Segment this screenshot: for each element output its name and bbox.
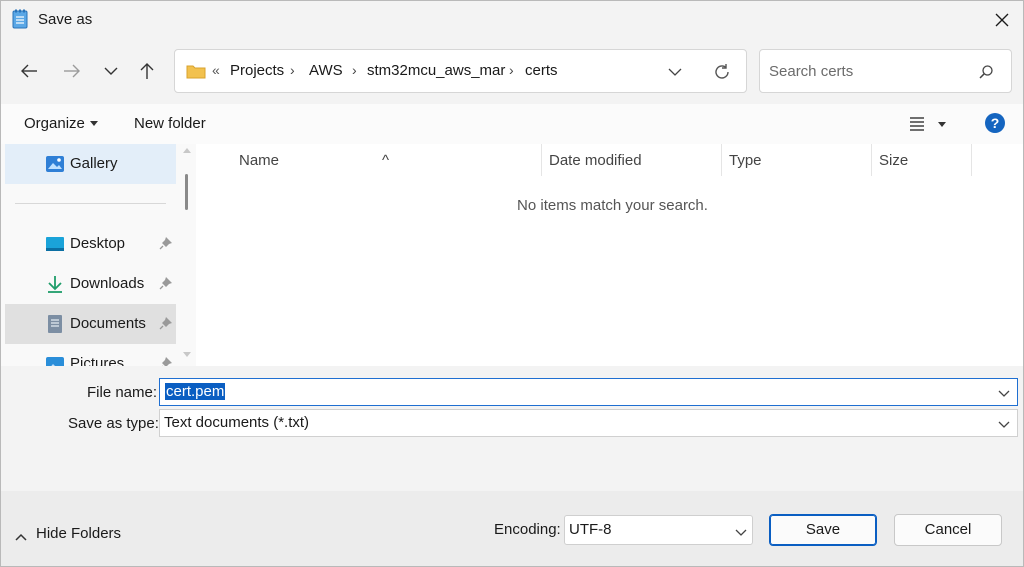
arrow-right-icon [64,64,80,78]
view-options-button[interactable] [909,116,953,136]
sidebar-item-label: Desktop [70,235,126,252]
sidebar-item-gallery[interactable]: Gallery [5,144,176,184]
pin-icon [159,276,173,294]
close-icon [995,13,1009,27]
chevron-right-icon[interactable]: › [352,62,357,78]
help-icon[interactable]: ? [985,113,1005,133]
close-button[interactable] [981,1,1023,39]
file-name-label: File name: [87,384,158,401]
column-header-date-modified[interactable]: Date modified [542,144,721,176]
back-button[interactable] [15,57,43,85]
column-divider[interactable] [971,144,972,176]
search-icon[interactable] [978,64,994,84]
column-header-label: Name [239,152,280,169]
breadcrumb-stm32mcu-aws-mar[interactable]: stm32mcu_aws_mar [367,62,505,79]
organize-button[interactable]: Organize [24,115,85,132]
gallery-icon [45,154,65,174]
sidebar-item-desktop[interactable]: Desktop [5,224,176,264]
save-button[interactable]: Save [769,514,877,546]
sort-ascending-icon: ^ [382,152,390,169]
dialog-footer: Hide Folders Encoding: UTF-8 Save Cancel [1,491,1023,566]
title-bar: Save as [1,1,1023,39]
chevron-up-icon[interactable] [15,528,27,545]
up-button[interactable] [133,57,161,85]
refresh-icon [715,64,729,79]
pin-icon [159,356,173,366]
command-bar: Organize New folder ? [1,104,1023,144]
pin-icon [159,316,173,334]
chevron-down-icon [668,68,682,76]
sidebar-item-pictures[interactable]: Pictures [5,344,176,366]
sidebar-scrollbar[interactable] [179,144,196,366]
breadcrumb-aws[interactable]: AWS [309,62,343,79]
sidebar-item-documents[interactable]: Documents [5,304,176,344]
sidebar-item-label: Pictures [70,355,125,366]
save-as-type-select[interactable]: Text documents (*.txt) [159,409,1018,437]
search-placeholder: Search certs [769,63,854,80]
save-as-type-label: Save as type: [68,415,159,432]
sidebar-divider [15,203,166,204]
sidebar-item-label: Documents [70,315,146,332]
pictures-icon [45,354,65,366]
encoding-select[interactable]: UTF-8 [564,515,753,545]
chevron-right-icon[interactable]: › [509,62,514,78]
new-folder-button[interactable]: New folder [134,115,206,132]
column-header-type[interactable]: Type [722,144,871,176]
chevron-down-icon[interactable] [735,524,747,541]
address-history-button[interactable] [665,62,685,82]
chevron-down-icon[interactable] [998,416,1010,433]
navigation-pane: Gallery Desktop Downloads Documents Pict… [1,144,196,366]
search-input[interactable]: Search certs [759,49,1012,93]
scroll-down-icon[interactable] [183,352,191,357]
save-as-type-value: Text documents (*.txt) [164,414,310,431]
sidebar-item-label: Gallery [70,155,118,172]
folder-icon [186,63,206,83]
breadcrumb-projects[interactable]: Projects [230,62,284,79]
notepad-icon [12,9,28,29]
save-as-dialog: Save as « Projects › AWS › stm32mcu_aws_… [0,0,1024,567]
dialog-title: Save as [38,11,93,28]
recent-locations-button[interactable] [97,57,125,85]
hide-folders-button[interactable]: Hide Folders [36,525,121,542]
documents-icon [45,314,65,334]
save-form: File name: cert.pem Save as type: Text d… [1,366,1023,491]
download-icon [45,274,65,294]
forward-button[interactable] [58,57,86,85]
file-list: ^ Name Date modified Type Size No items … [196,144,1023,366]
cancel-button[interactable]: Cancel [894,514,1002,546]
encoding-label: Encoding: [494,521,561,538]
column-header-name[interactable]: ^ Name [196,144,541,176]
sidebar-item-label: Downloads [70,275,145,292]
empty-state-message: No items match your search. [517,197,708,214]
navigation-bar: « Projects › AWS › stm32mcu_aws_mar › ce… [1,39,1023,103]
chevron-down-icon[interactable] [998,385,1010,402]
breadcrumb-certs[interactable]: certs [525,62,558,79]
file-name-value: cert.pem [165,383,226,400]
arrow-up-icon [140,63,154,79]
sidebar-item-downloads[interactable]: Downloads [5,264,176,304]
file-name-field[interactable]: cert.pem [159,378,1018,406]
desktop-icon [45,234,65,254]
breadcrumb-overflow[interactable]: « [212,62,220,78]
chevron-down-icon [104,67,118,75]
pin-icon [159,236,173,254]
scrollbar-thumb[interactable] [185,174,188,210]
chevron-right-icon[interactable]: › [290,62,295,78]
list-view-icon [910,117,946,131]
column-header-label: Size [879,152,909,169]
scroll-up-icon[interactable] [183,148,191,153]
column-header-label: Type [729,152,762,169]
arrow-left-icon [21,64,37,78]
refresh-button[interactable] [710,60,734,84]
caret-down-icon[interactable] [90,121,98,126]
address-bar[interactable]: « Projects › AWS › stm32mcu_aws_mar › ce… [174,49,747,93]
column-header-size[interactable]: Size [872,144,971,176]
column-header-label: Date modified [549,152,642,169]
encoding-value: UTF-8 [569,521,612,538]
